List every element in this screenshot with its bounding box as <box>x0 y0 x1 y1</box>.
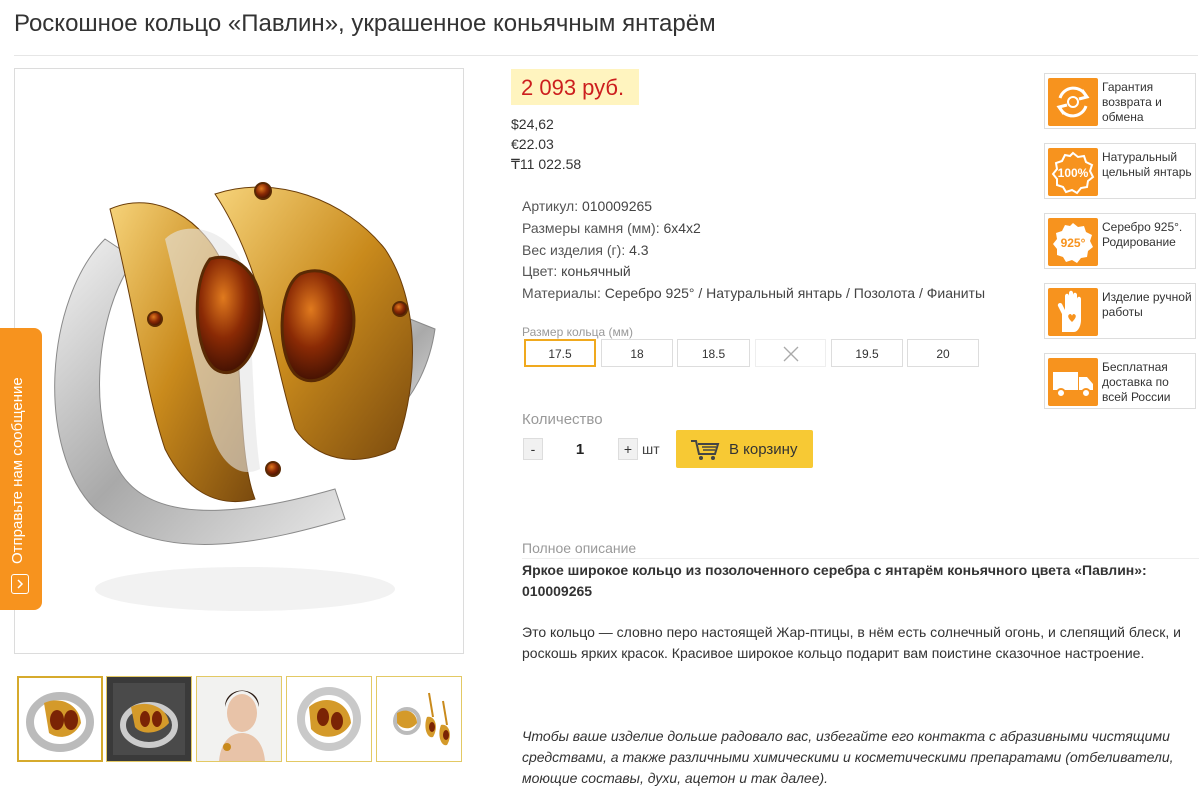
handmade-icon <box>1048 288 1098 336</box>
spec-value: 010009265 <box>581 198 653 214</box>
add-to-cart-label: В корзину <box>729 441 798 458</box>
product-price: 2 093 руб. <box>521 75 625 100</box>
description-divider <box>522 558 1199 559</box>
return-exchange-icon <box>1048 78 1098 126</box>
delivery-truck-icon <box>1048 358 1098 406</box>
size-option-17-5[interactable]: 17.5 <box>524 339 596 367</box>
spec-stone-size: Размеры камня (мм): 6х4х2 <box>522 220 701 236</box>
add-to-cart-button[interactable]: В корзину <box>676 430 813 468</box>
silver-925-icon-text: 925° <box>1061 236 1086 250</box>
feedback-tab-label: Отправьте нам сообщение <box>9 377 26 564</box>
main-product-image[interactable] <box>14 68 464 654</box>
thumbnail-jewelry-set[interactable] <box>376 676 462 762</box>
spec-value: Серебро 925° / Натуральный янтарь / Позо… <box>604 285 986 301</box>
spec-label: Артикул: <box>522 198 579 214</box>
page-title: Роскошное кольцо «Павлин», украшенное ко… <box>14 10 716 37</box>
description-body: Это кольцо — словно перо настоящей Жар-п… <box>522 624 1181 661</box>
benefit-handmade[interactable]: Изделие ручной работы <box>1044 283 1196 339</box>
benefit-label: Натуральный цельный янтарь <box>1102 150 1192 179</box>
benefit-label: Серебро 925°. Родирование <box>1102 220 1183 249</box>
ring-dark-thumbnail-image <box>107 677 191 761</box>
size-option-19-5[interactable]: 19.5 <box>831 339 903 367</box>
silver-925-icon: 925° <box>1048 218 1098 266</box>
unavailable-cross-icon <box>783 346 799 362</box>
benefit-label: Бесплатная доставка по всей России <box>1102 360 1171 404</box>
care-instructions: Чтобы ваше изделие дольше радовало вас, … <box>522 728 1174 786</box>
full-description-caption: Полное описание <box>522 540 637 556</box>
size-option-18[interactable]: 18 <box>601 339 673 367</box>
spec-label: Материалы: <box>522 285 601 301</box>
cart-icon <box>691 440 720 460</box>
message-icon <box>11 574 29 594</box>
benefit-natural-amber[interactable]: 100% Натуральный цельный янтарь <box>1044 143 1196 199</box>
size-option-19-unavailable: 19 <box>755 339 826 367</box>
size-option-18-5[interactable]: 18.5 <box>677 339 750 367</box>
quantity-caption: Количество <box>522 411 603 428</box>
thumbnail-model-portrait[interactable] <box>196 676 282 762</box>
ring-size-caption: Размер кольца (мм) <box>522 325 633 339</box>
quantity-unit: шт <box>642 441 660 457</box>
benefit-label: Изделие ручной работы <box>1102 290 1192 319</box>
thumbnail-ring-front[interactable] <box>17 676 103 762</box>
benefit-free-delivery[interactable]: Бесплатная доставка по всей России <box>1044 353 1196 409</box>
benefit-silver-925[interactable]: 925° Серебро 925°. Родирование <box>1044 213 1196 269</box>
title-divider <box>14 55 1198 56</box>
set-thumbnail-image <box>393 692 450 746</box>
spec-value: 4.3 <box>629 242 649 258</box>
natural-amber-100-icon: 100% <box>1048 148 1098 196</box>
spec-label: Размеры камня (мм): <box>522 220 660 236</box>
ring-top-thumbnail-image <box>297 687 361 751</box>
quantity-decrease-button[interactable]: - <box>523 438 543 460</box>
price-kzt: ₸11 022.58 <box>511 156 582 172</box>
spec-label: Вес изделия (г): <box>522 242 626 258</box>
thumbnail-ring-dark-background[interactable] <box>106 676 192 762</box>
model-thumbnail-image <box>197 677 281 761</box>
quantity-input[interactable] <box>557 436 603 462</box>
thumbnail-ring-top-view[interactable] <box>286 676 372 762</box>
size-option-20[interactable]: 20 <box>907 339 979 367</box>
spec-weight: Вес изделия (г): 4.3 <box>522 242 649 258</box>
quantity-increase-button[interactable]: + <box>618 438 638 460</box>
spec-article: Артикул: 010009265 <box>522 198 652 214</box>
spec-value: 6х4х2 <box>663 220 701 236</box>
spec-label: Цвет: <box>522 263 558 279</box>
ring-thumbnail-image <box>26 692 94 752</box>
spec-color: Цвет: коньячный <box>522 263 631 279</box>
natural-amber-icon-text: 100% <box>1058 166 1089 180</box>
benefit-return-exchange[interactable]: Гарантия возврата и обмена <box>1044 73 1196 129</box>
spec-materials: Материалы: Серебро 925° / Натуральный ян… <box>522 285 985 301</box>
spec-value: коньячный <box>561 263 631 279</box>
description-heading: Яркое широкое кольцо из позолоченного се… <box>522 562 1147 599</box>
price-usd: $24,62 <box>511 116 554 132</box>
ring-illustration <box>54 182 436 611</box>
price-eur: €22.03 <box>511 136 554 152</box>
feedback-tab[interactable]: Отправьте нам сообщение <box>0 328 42 610</box>
benefit-label: Гарантия возврата и обмена <box>1102 80 1162 124</box>
